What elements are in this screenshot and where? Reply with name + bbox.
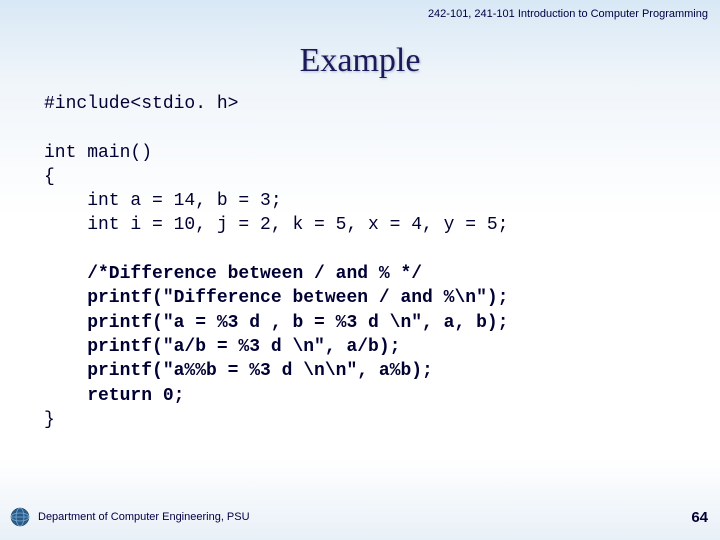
code-line: } — [44, 410, 55, 430]
code-line: #include<stdio. h> — [44, 94, 238, 114]
course-header: 242-101, 241-101 Introduction to Compute… — [428, 8, 708, 20]
department-label: Department of Computer Engineering, PSU — [38, 511, 250, 523]
code-line: printf("Difference between / and %\n"); — [44, 288, 508, 308]
footer-left: Department of Computer Engineering, PSU — [10, 507, 250, 527]
globe-icon — [10, 507, 30, 527]
code-line: int a = 14, b = 3; — [44, 191, 282, 211]
code-line: { — [44, 167, 55, 187]
footer: Department of Computer Engineering, PSU … — [0, 504, 720, 530]
code-example: #include<stdio. h> int main() { int a = … — [44, 92, 508, 432]
page-number: 64 — [691, 509, 708, 526]
code-line: printf("a/b = %3 d \n", a/b); — [44, 337, 400, 357]
code-line: int i = 10, j = 2, k = 5, x = 4, y = 5; — [44, 215, 508, 235]
code-line: printf("a%%b = %3 d \n\n", a%b); — [44, 361, 433, 381]
code-line: return 0; — [44, 386, 184, 406]
code-line: printf("a = %3 d , b = %3 d \n", a, b); — [44, 313, 508, 333]
slide-title: Example — [0, 42, 720, 80]
code-line: /*Difference between / and % */ — [44, 264, 422, 284]
code-line: int main() — [44, 143, 152, 163]
